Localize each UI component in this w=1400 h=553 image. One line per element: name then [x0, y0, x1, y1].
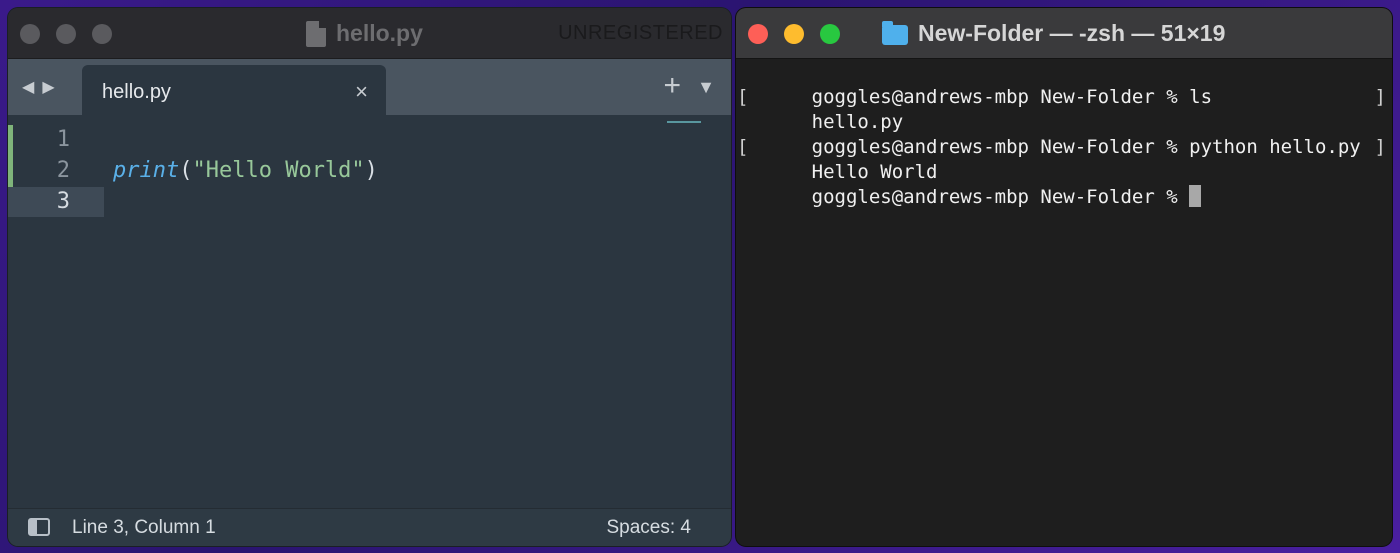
sidebar-toggle-icon[interactable] [28, 518, 50, 536]
window-title: hello.py [306, 20, 423, 47]
zoom-button[interactable] [820, 24, 840, 44]
terminal-prompt-line: goggles@andrews-mbp New-Folder % [743, 160, 1392, 208]
code-line-current: 3 [8, 187, 731, 217]
unregistered-label: UNREGISTERED [558, 22, 723, 44]
terminal-titlebar: New-Folder — -zsh — 51×19 [736, 8, 1392, 59]
code-line: 2 print("Hello World") [8, 156, 731, 186]
terminal-line: [goggles@andrews-mbp New-Folder % python… [737, 110, 1392, 158]
nav-forward-icon[interactable]: ▶ [42, 77, 54, 97]
window-title-text: hello.py [336, 20, 423, 46]
status-bar: Line 3, Column 1 Spaces: 4 [8, 508, 731, 546]
terminal-line: hello.py [743, 85, 1392, 133]
sublime-titlebar: hello.py UNREGISTERED [8, 8, 731, 59]
close-button[interactable] [20, 24, 40, 44]
indentation-setting[interactable]: Spaces: 4 [607, 517, 692, 539]
terminal-window: New-Folder — -zsh — 51×19 [goggles@andre… [736, 8, 1392, 546]
terminal-cursor [1189, 185, 1202, 207]
window-title: New-Folder — -zsh — 51×19 [882, 20, 1225, 47]
tab-hello-py[interactable]: hello.py × [82, 65, 386, 117]
tab-navigation: ◀ ▶ [22, 77, 55, 97]
window-title-text: New-Folder — -zsh — 51×19 [918, 20, 1226, 46]
tab-close-icon[interactable]: × [355, 79, 368, 105]
line-number: 3 [56, 189, 70, 214]
terminal-output[interactable]: [goggles@andrews-mbp New-Folder % ls] he… [736, 60, 1392, 546]
tab-bar: ◀ ▶ hello.py × + ▼ [8, 59, 731, 117]
new-tab-icon[interactable]: + [663, 69, 681, 103]
code-string: "Hello World" [192, 158, 365, 183]
minimize-button[interactable] [56, 24, 76, 44]
code-line: 1 [8, 125, 731, 155]
sublime-window: hello.py UNREGISTERED ◀ ▶ hello.py × + ▼… [8, 8, 731, 546]
zoom-button[interactable] [92, 24, 112, 44]
code-keyword: print [113, 158, 180, 183]
code-paren-open: ( [179, 158, 193, 183]
code-text: print("Hello World") [113, 156, 378, 186]
folder-icon [882, 20, 908, 45]
minimap[interactable] [667, 121, 701, 124]
line-number: 1 [56, 127, 70, 152]
tab-label: hello.py [102, 81, 171, 103]
editor-area[interactable]: 1 2 print("Hello World") 3 [8, 115, 731, 509]
code-paren-close: ) [364, 158, 378, 183]
terminal-line: [goggles@andrews-mbp New-Folder % ls] [737, 60, 1392, 108]
nav-back-icon[interactable]: ◀ [22, 77, 34, 97]
minimize-button[interactable] [784, 24, 804, 44]
terminal-line: Hello World [743, 135, 1392, 183]
close-button[interactable] [748, 24, 768, 44]
cursor-position[interactable]: Line 3, Column 1 [72, 517, 216, 539]
terminal-line-text: goggles@andrews-mbp New-Folder % [811, 186, 1190, 208]
line-number: 2 [56, 158, 70, 183]
tab-menu-icon[interactable]: ▼ [697, 77, 715, 98]
file-icon [306, 20, 326, 47]
